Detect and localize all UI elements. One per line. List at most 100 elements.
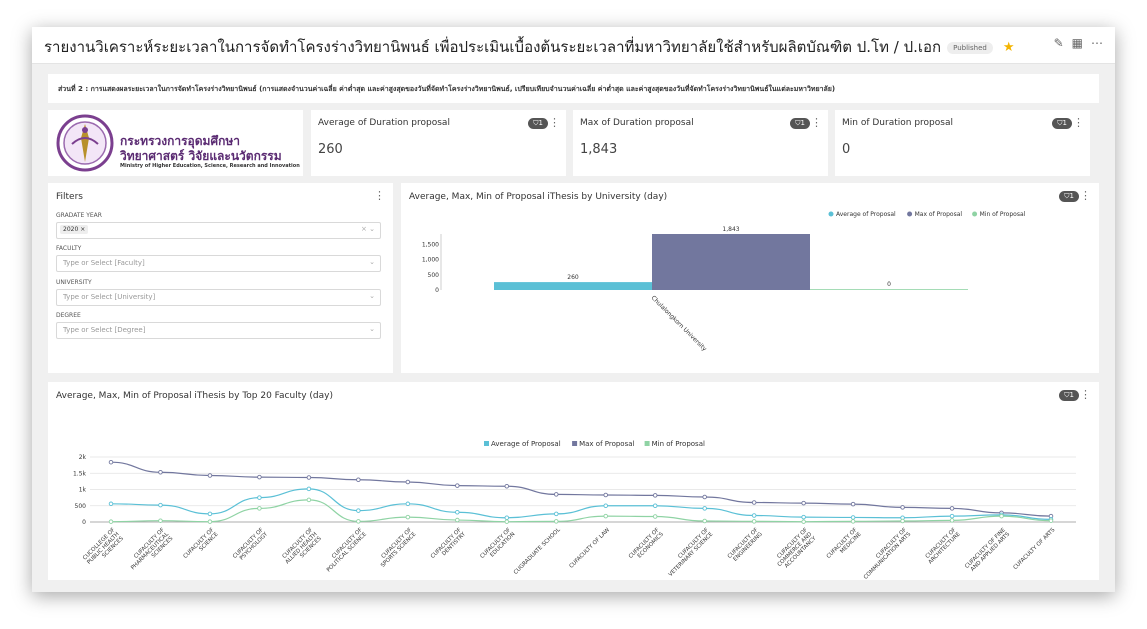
data-point bbox=[554, 519, 559, 524]
x-tick-label: CUFACULTY OFPOLITICAL SCIENCE bbox=[322, 527, 369, 574]
data-point bbox=[850, 519, 856, 524]
data-point bbox=[207, 511, 213, 517]
degree-select[interactable]: Type or Select [Degree] ⌄ bbox=[56, 322, 381, 339]
x-tick-label: CUFACULTY OFPSYCHOLOGY bbox=[232, 527, 269, 564]
y-tick-label: 0 bbox=[82, 519, 86, 526]
x-tick-label-line: COMMUNICATION ARTS bbox=[863, 531, 913, 580]
more-icon[interactable]: ⋮ bbox=[811, 116, 822, 129]
x-tick-label-line: VETERINARY SCIENCE bbox=[668, 531, 715, 578]
chevron-down-icon[interactable]: ⌄ bbox=[369, 325, 375, 333]
data-point bbox=[207, 519, 213, 524]
x-tick-label: CUFACULTY OFEDUCATION bbox=[479, 527, 516, 564]
data-point bbox=[652, 493, 658, 498]
data-point bbox=[306, 475, 312, 480]
faculty-label: FACULTY bbox=[56, 245, 82, 252]
bar-value-label: 0 bbox=[887, 281, 891, 288]
faculty-line-chart: Average of Proposal Max of Proposal Min of… bbox=[73, 440, 1076, 580]
logo-card: กระทรวงการอุดมศึกษา วิทยาศาสตร์ วิจัยและ… bbox=[48, 110, 303, 176]
data-point bbox=[504, 519, 510, 524]
x-tick-label: CUFACULTY OFMEDICINE bbox=[826, 527, 863, 564]
university-bar-chart: Average of Proposal Max of Proposal Min of… bbox=[422, 211, 1026, 353]
calendar-icon[interactable]: ▦ bbox=[1072, 36, 1083, 50]
selected-chip[interactable]: 2020 × bbox=[60, 225, 89, 234]
data-point bbox=[751, 500, 757, 505]
x-tick-label: CUGRADUATE SCHOOL bbox=[513, 527, 562, 576]
x-tick-label: CUFACULTY OFCOMMERCE ANDACCOUNTANCY bbox=[772, 527, 818, 573]
y-tick-label: 1k bbox=[79, 487, 87, 494]
data-point bbox=[652, 514, 658, 519]
degree-label: DEGREE bbox=[56, 312, 81, 319]
dashboard-window: รายงานวิเคราะห์ระยะเวลาในการจัดทำโครงร่า… bbox=[32, 27, 1115, 592]
faculty-chart-card: Average, Max, Min of Proposal iThesis by… bbox=[48, 382, 1099, 580]
data-point bbox=[455, 517, 460, 523]
x-tick-label: CUFACULTY OF LAW bbox=[569, 527, 612, 570]
grade-year-label: GRADATE YEAR bbox=[56, 212, 102, 219]
data-point bbox=[652, 503, 658, 508]
x-tick-label: CUFACULTY OFSPORTS SCIENCE bbox=[376, 527, 418, 569]
data-point bbox=[207, 473, 213, 478]
x-tick-label: CUFACULTY OFARCHITECTURE bbox=[923, 527, 962, 566]
data-point bbox=[257, 474, 262, 480]
x-tick-label: CUFACULTY OFSCIENCE bbox=[183, 527, 220, 564]
filters-panel: Filters ⋮ GRADATE YEAR 2020 × × ⌄ FACULT… bbox=[48, 183, 393, 373]
filter-count-badge[interactable]: ⛉1 bbox=[528, 118, 548, 129]
data-point bbox=[306, 486, 312, 492]
x-tick-label: CUFACULTY OFPHARMACEUTICALSCIENCES bbox=[126, 527, 175, 576]
x-tick-label: Chulalongkorn University bbox=[650, 294, 709, 353]
dashboard-header: รายงานวิเคราะห์ระยะเวลาในการจัดทำโครงร่า… bbox=[32, 27, 1115, 64]
data-point bbox=[356, 519, 361, 524]
data-point bbox=[603, 513, 608, 519]
more-icon[interactable]: ⋮ bbox=[549, 116, 560, 129]
university-label: UNIVERSITY bbox=[56, 279, 92, 286]
data-point bbox=[949, 506, 955, 511]
degree-placeholder: Type or Select [Degree] bbox=[63, 326, 146, 334]
x-tick-label: CUFACULTY OFVETERINARY SCIENCE bbox=[664, 527, 715, 578]
kpi-card-max: Max of Duration proposal 1,843 ⛉1 ⋮ bbox=[573, 110, 828, 176]
chevron-down-icon[interactable]: ⌄ bbox=[369, 258, 375, 266]
data-point bbox=[603, 492, 608, 498]
logo-line-3: Ministry of Higher Education, Science, R… bbox=[120, 163, 300, 169]
series-line bbox=[110, 488, 1052, 520]
data-point bbox=[257, 506, 262, 511]
kpi-title: Average of Duration proposal bbox=[318, 118, 450, 128]
filter-count-badge[interactable]: ⛉1 bbox=[790, 118, 810, 129]
x-tick-label: CUFACULTY OFECONOMICS bbox=[628, 527, 665, 564]
data-point bbox=[158, 470, 163, 475]
data-point bbox=[702, 506, 707, 511]
data-point bbox=[356, 477, 361, 482]
section-description-card: ส่วนที่ 2 : การแสดงผลระยะเวลาในการจัดทำโ… bbox=[48, 74, 1099, 103]
data-point bbox=[751, 513, 757, 518]
kpi-card-min: Min of Duration proposal 0 ⛉1 ⋮ bbox=[835, 110, 1090, 176]
faculty-select[interactable]: Type or Select [Faculty] ⌄ bbox=[56, 255, 381, 272]
filter-count-badge[interactable]: ⛉1 bbox=[1052, 118, 1072, 129]
legend-marker bbox=[572, 441, 578, 446]
data-point bbox=[702, 518, 707, 524]
y-tick-label: 500 bbox=[428, 272, 440, 279]
edit-icon[interactable]: ✎ bbox=[1054, 36, 1064, 50]
data-point bbox=[108, 459, 114, 465]
data-point bbox=[801, 514, 806, 520]
grade-year-select[interactable]: 2020 × × ⌄ bbox=[56, 222, 381, 239]
university-chart-card: Average, Max, Min of Proposal iThesis by… bbox=[401, 183, 1099, 373]
x-tick-label-line: CUGRADUATE SCHOOL bbox=[513, 527, 562, 576]
chevron-down-icon[interactable]: × ⌄ bbox=[361, 225, 375, 233]
more-icon[interactable]: ⋯ bbox=[1091, 36, 1103, 50]
chevron-down-icon[interactable]: ⌄ bbox=[369, 292, 375, 300]
x-tick-label: CUFACULTY OF FINEAND APPLIED ARTS bbox=[964, 527, 1011, 574]
data-point bbox=[405, 514, 411, 520]
more-icon[interactable]: ⋮ bbox=[374, 189, 385, 202]
more-icon[interactable]: ⋮ bbox=[1073, 116, 1084, 129]
legend-label: Average of Proposal bbox=[836, 211, 896, 218]
kpi-card-average: Average of Duration proposal 260 ⛉1 ⋮ bbox=[311, 110, 566, 176]
favorite-star-icon[interactable]: ★ bbox=[1003, 40, 1015, 55]
bar-value-label: 1,843 bbox=[722, 226, 739, 233]
y-tick-label: 1.5k bbox=[73, 470, 87, 477]
university-select[interactable]: Type or Select [University] ⌄ bbox=[56, 289, 381, 306]
data-point bbox=[850, 515, 856, 520]
data-point bbox=[554, 511, 559, 517]
data-point bbox=[504, 515, 510, 521]
bar-value-label: 260 bbox=[567, 274, 579, 281]
legend-label: Min of Proposal bbox=[980, 211, 1026, 218]
ministry-seal-logo bbox=[56, 114, 114, 172]
status-badge: Published bbox=[947, 41, 993, 54]
